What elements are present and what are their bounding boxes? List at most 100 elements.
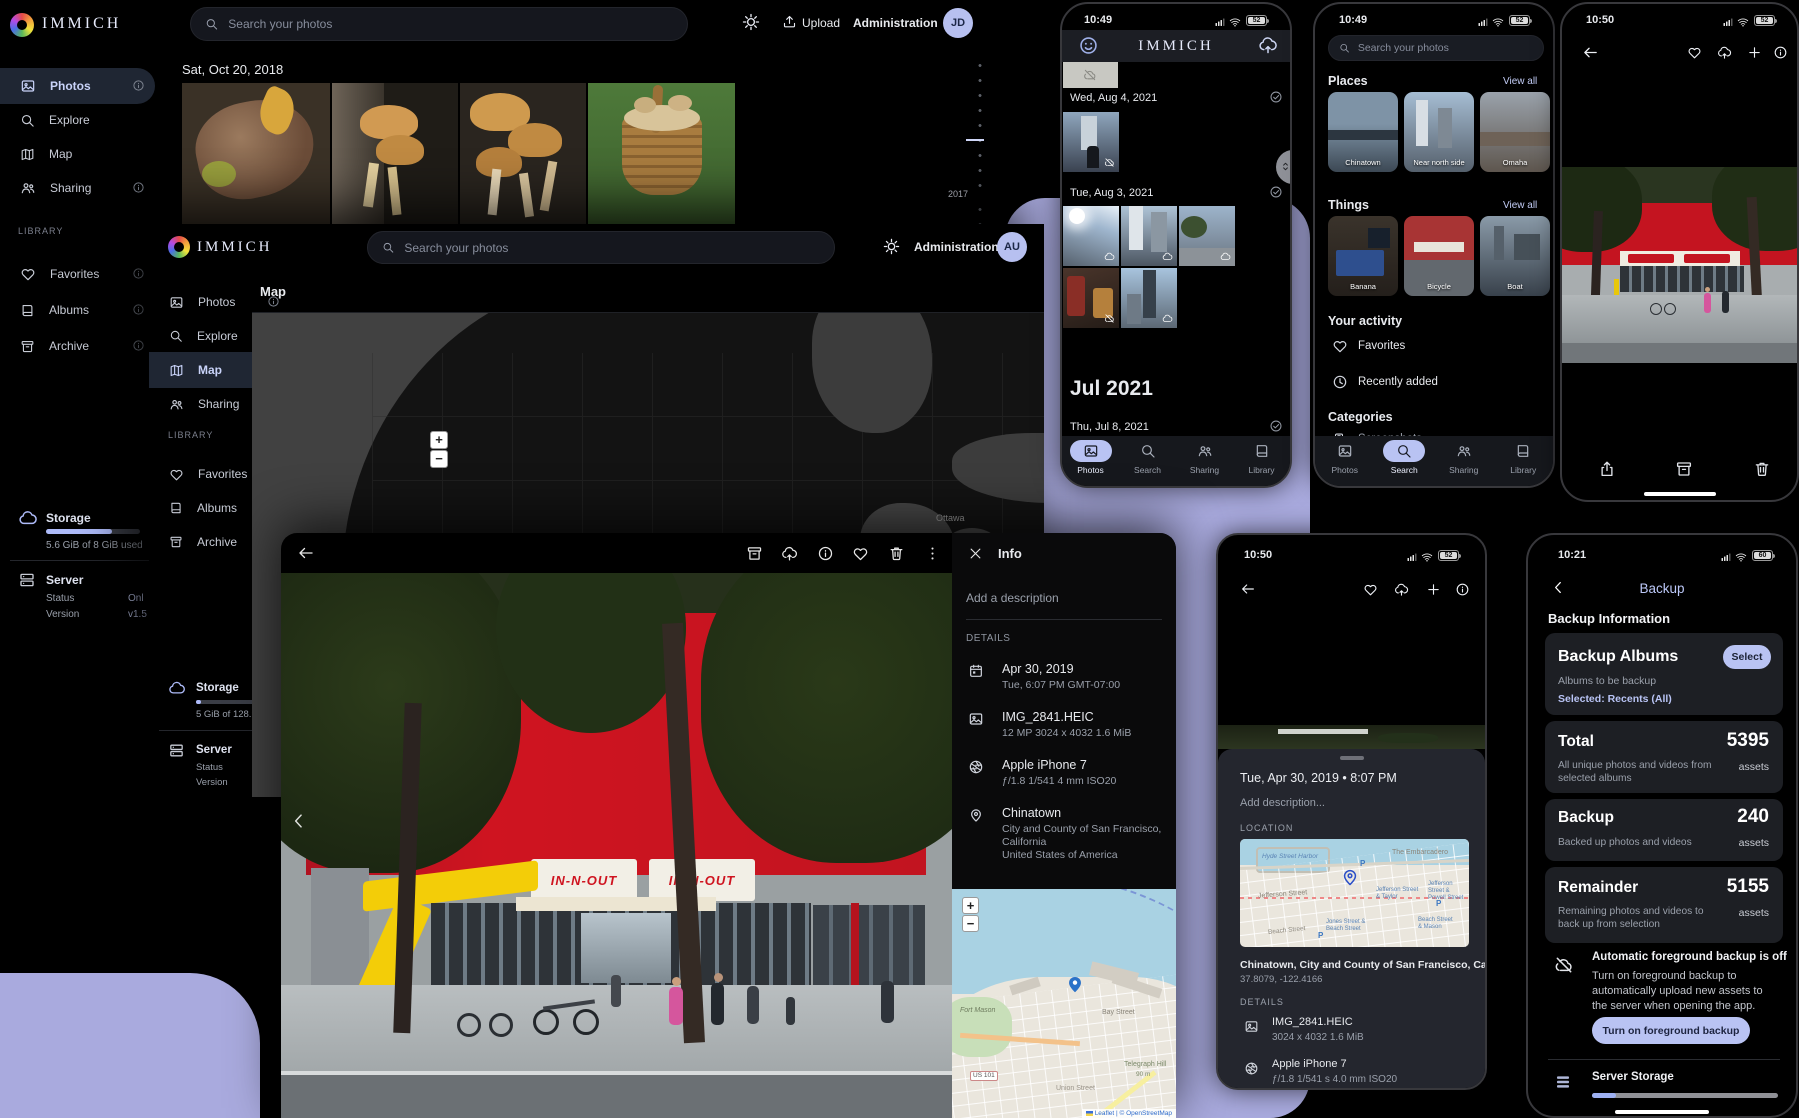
- search-bar[interactable]: [1328, 35, 1544, 61]
- turn-on-backup-button[interactable]: Turn on foreground backup: [1592, 1017, 1750, 1044]
- things-view-all[interactable]: View all: [1503, 200, 1537, 212]
- map-zoom-in-button[interactable]: +: [962, 897, 979, 914]
- favorite-icon[interactable]: [1687, 45, 1702, 60]
- info-icon[interactable]: [1773, 45, 1788, 60]
- photo-thumb[interactable]: [1063, 268, 1119, 328]
- info-icon[interactable]: [132, 79, 145, 92]
- previous-photo-icon[interactable]: [289, 811, 309, 831]
- search-input[interactable]: [228, 17, 673, 31]
- nav-sharing[interactable]: Sharing: [1434, 436, 1494, 486]
- administration-link[interactable]: Administration: [853, 16, 938, 30]
- sidebar-item-explore[interactable]: Explore: [0, 104, 155, 136]
- photo-thumb[interactable]: [1063, 62, 1118, 88]
- map-zoom-in-button[interactable]: +: [430, 431, 448, 449]
- favorite-icon[interactable]: [1363, 582, 1378, 597]
- theme-toggle-icon[interactable]: [742, 13, 760, 31]
- map-zoom-out-button[interactable]: −: [962, 915, 979, 932]
- search-bar[interactable]: [367, 231, 835, 264]
- info-icon[interactable]: [132, 181, 145, 194]
- upload-cloud-icon[interactable]: [781, 545, 798, 562]
- place-card-omaha[interactable]: Omaha: [1480, 92, 1550, 172]
- photo-thumb[interactable]: [1063, 206, 1119, 266]
- info-icon[interactable]: [817, 545, 834, 562]
- asset-place[interactable]: Chinatown: [1002, 806, 1061, 821]
- sheet-drag-handle[interactable]: [1340, 756, 1364, 760]
- sidebar-item-albums[interactable]: Albums: [0, 294, 155, 326]
- photo-mushroom-basket[interactable]: [588, 83, 735, 225]
- photo-dark-strip[interactable]: [1218, 597, 1485, 749]
- photo-mushroom-1[interactable]: [182, 83, 330, 225]
- info-icon[interactable]: [132, 303, 145, 316]
- search-input[interactable]: [404, 241, 820, 255]
- activity-favorites[interactable]: Favorites: [1358, 340, 1405, 354]
- select-button[interactable]: Select: [1723, 645, 1771, 669]
- thing-card-bicycle[interactable]: Bicycle: [1404, 216, 1474, 296]
- photo-thumb[interactable]: [1179, 206, 1235, 266]
- sidebar-item-favorites[interactable]: Favorites: [0, 258, 155, 290]
- info-icon[interactable]: [132, 339, 145, 352]
- location-map[interactable]: Hyde Street Harbor The Embarcadero Jeffe…: [1240, 839, 1469, 947]
- select-check-icon[interactable]: [1269, 185, 1283, 199]
- theme-toggle-icon[interactable]: [883, 238, 900, 255]
- upload-button[interactable]: Upload: [802, 16, 840, 30]
- select-check-icon[interactable]: [1269, 419, 1283, 433]
- scrollbar-thumb[interactable]: [1276, 150, 1292, 184]
- nav-photos[interactable]: Photos: [1315, 436, 1375, 486]
- add-icon[interactable]: [1747, 45, 1762, 60]
- select-check-icon[interactable]: [1269, 90, 1283, 104]
- back-icon[interactable]: [297, 544, 315, 562]
- sidebar-item-photos[interactable]: Photos: [0, 68, 155, 104]
- photo-thumb[interactable]: [1121, 206, 1177, 266]
- trash-icon[interactable]: [888, 545, 905, 562]
- trash-icon[interactable]: [1753, 460, 1771, 478]
- nav-sharing[interactable]: Sharing: [1176, 436, 1233, 486]
- administration-link[interactable]: Administration: [914, 240, 999, 254]
- detail-sheet[interactable]: Tue, Apr 30, 2019 • 8:07 PM Add descript…: [1218, 749, 1485, 1088]
- place-card-near-north-side[interactable]: Near north side: [1404, 92, 1474, 172]
- search-bar[interactable]: [190, 7, 688, 41]
- photo-thumb[interactable]: [1063, 112, 1119, 172]
- thing-card-boat[interactable]: Boat: [1480, 216, 1550, 296]
- thing-card-banana[interactable]: Banana: [1328, 216, 1398, 296]
- archive-icon[interactable]: [746, 545, 763, 562]
- photo-thumb[interactable]: [1121, 268, 1177, 328]
- share-icon[interactable]: [1598, 460, 1616, 478]
- sidebar-item-sharing[interactable]: Sharing: [0, 172, 155, 204]
- add-description-field[interactable]: Add description...: [1240, 797, 1325, 810]
- location-map[interactable]: Fort Mason Bay Street US 101 Union Stree…: [952, 889, 1176, 1118]
- nav-library[interactable]: Library: [1233, 436, 1290, 486]
- nav-search[interactable]: Search: [1375, 436, 1435, 486]
- map-zoom-out-button[interactable]: −: [430, 450, 448, 468]
- photo-innout-storefront[interactable]: [1562, 167, 1797, 363]
- upload-icon[interactable]: [782, 14, 797, 29]
- map-attribution[interactable]: Leaflet | © OpenStreetMap: [1082, 1109, 1176, 1118]
- nav-library[interactable]: Library: [1494, 436, 1554, 486]
- nav-search[interactable]: Search: [1119, 436, 1176, 486]
- activity-recently-added[interactable]: Recently added: [1358, 376, 1438, 390]
- avatar[interactable]: AU: [997, 232, 1027, 262]
- nav-photos[interactable]: Photos: [1062, 436, 1119, 486]
- upload-cloud-icon[interactable]: [1717, 45, 1732, 60]
- avatar[interactable]: JD: [943, 8, 973, 38]
- places-view-all[interactable]: View all: [1503, 76, 1537, 88]
- back-icon[interactable]: [1582, 44, 1599, 61]
- logo[interactable]: [10, 13, 34, 37]
- place-card-chinatown[interactable]: Chinatown: [1328, 92, 1398, 172]
- sidebar-item-map[interactable]: Map: [0, 138, 155, 170]
- sidebar-item-archive[interactable]: Archive: [0, 330, 155, 362]
- info-icon[interactable]: [1455, 582, 1470, 597]
- favorite-icon[interactable]: [852, 545, 869, 562]
- info-icon[interactable]: [132, 267, 145, 280]
- photo-mushroom-3[interactable]: [460, 83, 586, 225]
- archive-icon[interactable]: [1675, 460, 1693, 478]
- logo[interactable]: [168, 236, 190, 258]
- photo-innout-main[interactable]: IN-N-OUT IN-N-OUT: [281, 573, 952, 1118]
- photo-mushroom-2[interactable]: [332, 83, 458, 225]
- timeline-scrubber[interactable]: [978, 58, 982, 188]
- close-icon[interactable]: [968, 546, 983, 561]
- add-description-field[interactable]: Add a description: [966, 591, 1059, 605]
- more-options-icon[interactable]: [924, 545, 941, 562]
- add-icon[interactable]: [1426, 582, 1441, 597]
- backup-upload-icon[interactable]: [1258, 35, 1278, 55]
- search-input[interactable]: [1358, 42, 1533, 54]
